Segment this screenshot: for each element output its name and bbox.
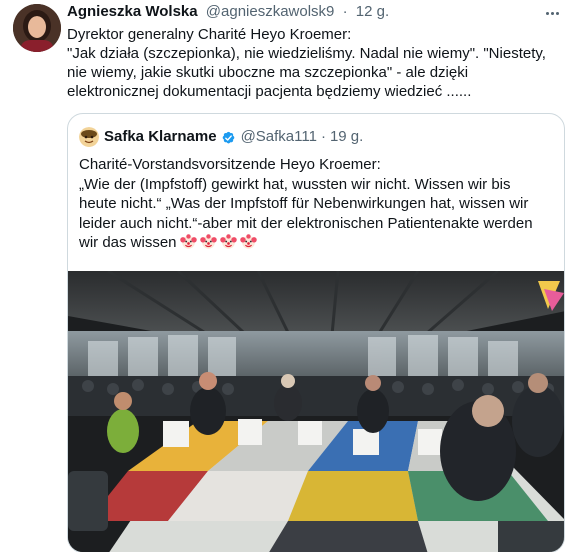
- quoted-text-line: „Wie der (Impfstoff) gewirkt hat, wusste…: [79, 175, 511, 193]
- avatar[interactable]: [13, 4, 61, 52]
- quoted-text-line: wir das wissen: [79, 234, 177, 251]
- avatar-image: [13, 4, 61, 52]
- tweet-time[interactable]: 12 g.: [356, 3, 389, 20]
- tweet-text-line: elektronicznej dokumentacji pacjenta będ…: [67, 83, 472, 100]
- quoted-text-line: Charité-Vorstandsvorsitzende Heyo Kroeme…: [79, 156, 381, 173]
- tweet-text-line: "Jak działa (szczepionka), nie wiedzieli…: [67, 45, 546, 62]
- tweet-text-line: nie wiemy, jakie skutki uboczne ma szcze…: [67, 64, 469, 81]
- quoted-text-line: leider auch nicht.“-aber mit der elektro…: [79, 214, 533, 232]
- verified-badge-icon: [220, 129, 237, 146]
- quoted-text-line: heute nicht.“ „Was der Impfstoff für Neb…: [79, 195, 529, 212]
- quoted-author-name[interactable]: Safka Klarname: [104, 126, 217, 148]
- clown-face-icon: [239, 233, 257, 250]
- clown-face-icon: [219, 233, 237, 250]
- quoted-tweet[interactable]: Safka Klarname @Safka111 · 19 g. Charité…: [67, 113, 565, 552]
- quoted-time[interactable]: 19 g.: [330, 126, 363, 148]
- tweet-text: Dyrektor generalny Charité Heyo Kroemer:…: [67, 25, 557, 101]
- separator: ·: [342, 3, 348, 20]
- quoted-tweet-text: Charité-Vorstandsvorsitzende Heyo Kroeme…: [79, 155, 559, 253]
- tweet-text-line: Dyrektor generalny Charité Heyo Kroemer:: [67, 26, 352, 43]
- author-name[interactable]: Agnieszka Wolska: [67, 3, 198, 20]
- quoted-author-handle[interactable]: @Safka111: [241, 126, 317, 148]
- tweet-header: Agnieszka Wolska @agnieszkawolsk9 · 12 g…: [67, 2, 547, 22]
- more-horizontal-icon[interactable]: [540, 4, 564, 22]
- clown-face-icon: [179, 233, 197, 250]
- clown-face-icon: [199, 233, 217, 250]
- quoted-tweet-header: Safka Klarname @Safka111 · 19 g.: [79, 126, 363, 148]
- separator: ·: [320, 128, 326, 145]
- video-still[interactable]: [68, 271, 564, 552]
- quoted-avatar[interactable]: [79, 127, 99, 147]
- quoted-text-line-last: wir das wissen: [79, 233, 559, 253]
- author-handle[interactable]: @agnieszkawolsk9: [206, 3, 335, 20]
